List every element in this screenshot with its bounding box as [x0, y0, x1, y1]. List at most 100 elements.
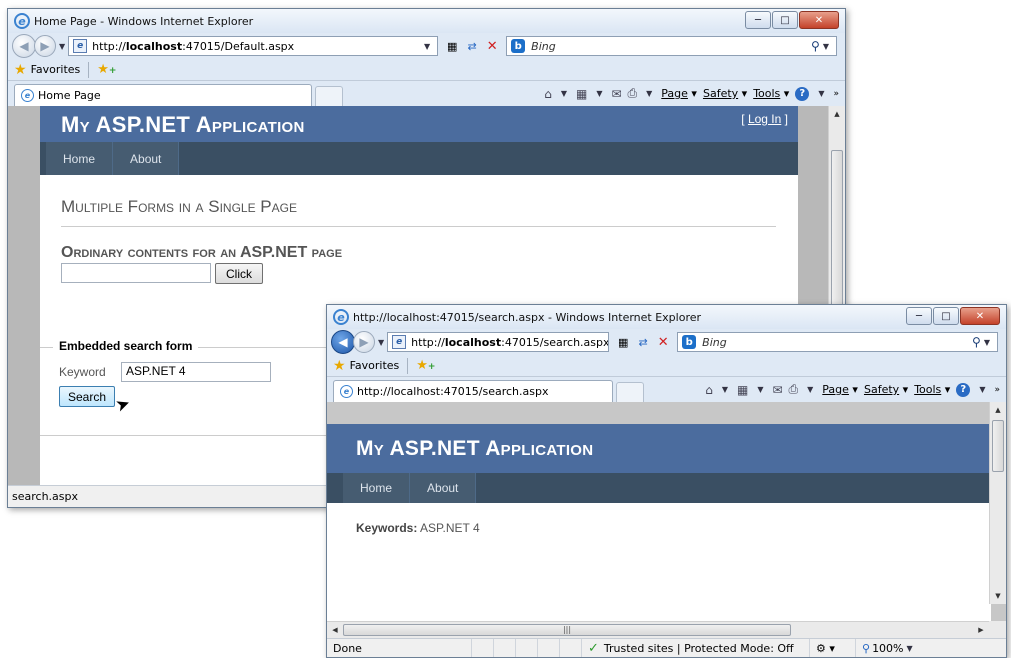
security-zone[interactable]: ✓ Trusted sites | Protected Mode: Off: [582, 639, 810, 657]
help-dropdown-icon[interactable]: ▼: [818, 89, 824, 98]
status-bar: Done ✓ Trusted sites | Protected Mode: O…: [327, 638, 1006, 657]
search-icon[interactable]: ⚲: [811, 39, 820, 53]
scroll-up-icon[interactable]: ▲: [829, 106, 845, 122]
horizontal-scrollbar[interactable]: ◀ ||| ▶: [327, 621, 989, 638]
tab-search-page[interactable]: e http://localhost:47015/search.aspx: [333, 380, 613, 402]
search-button[interactable]: Search: [59, 386, 115, 407]
home-dropdown-icon[interactable]: ▼: [561, 89, 567, 98]
tools-menu[interactable]: Tools ▾: [753, 87, 789, 100]
compatibility-view-icon[interactable]: ▦: [444, 38, 460, 54]
stop-icon[interactable]: ✕: [484, 38, 500, 54]
search-dropdown-icon[interactable]: ▼: [984, 338, 990, 347]
forward-button[interactable]: ▶: [353, 331, 375, 353]
mail-icon[interactable]: ✉: [772, 383, 782, 397]
help-dropdown-icon[interactable]: ▼: [979, 385, 985, 394]
stop-icon[interactable]: ✕: [655, 334, 671, 350]
scroll-up-icon[interactable]: ▲: [990, 402, 1006, 418]
scroll-right-icon[interactable]: ▶: [973, 622, 989, 638]
tools-menu[interactable]: Tools ▾: [914, 383, 950, 396]
print-dropdown-icon[interactable]: ▼: [807, 385, 813, 394]
address-field[interactable]: e http://localhost:47015/Default.aspx ▼: [68, 36, 439, 56]
chevron-right-icon[interactable]: »: [994, 385, 1000, 395]
title-bar[interactable]: e http://localhost:47015/search.aspx - W…: [327, 305, 1006, 329]
menu-about[interactable]: About: [410, 473, 477, 503]
web-content[interactable]: My ASP.NET Application Home About Keywor…: [327, 402, 1006, 621]
search-dropdown-icon[interactable]: ▼: [823, 42, 829, 51]
keyword-label: Keyword: [59, 365, 106, 379]
address-field[interactable]: e http://localhost:47015/search.aspx ▼: [387, 332, 610, 352]
search-box[interactable]: b Bing ⚲ ▼: [506, 36, 837, 56]
refresh-icon[interactable]: ⇄: [635, 334, 651, 350]
help-icon[interactable]: ?: [956, 382, 971, 397]
favorites-button[interactable]: Favorites: [350, 359, 400, 372]
divider: [407, 357, 409, 374]
favorites-button[interactable]: Favorites: [31, 63, 81, 76]
menu-home[interactable]: Home: [343, 473, 411, 503]
minimize-button[interactable]: ─: [745, 11, 771, 29]
home-icon[interactable]: ⌂: [544, 87, 552, 101]
click-button[interactable]: Click: [215, 263, 263, 284]
safety-menu[interactable]: Safety ▾: [864, 383, 908, 396]
page-menu[interactable]: Page ▾: [661, 87, 697, 100]
close-button[interactable]: ✕: [960, 307, 1000, 325]
menu-home[interactable]: Home: [46, 142, 114, 175]
print-icon[interactable]: ⎙: [789, 382, 799, 397]
scroll-left-icon[interactable]: ◀: [327, 622, 343, 638]
forward-button[interactable]: ▶: [34, 35, 56, 57]
divider: [88, 61, 90, 78]
feeds-dropdown-icon[interactable]: ▼: [596, 89, 602, 98]
search-icon[interactable]: ⚲: [972, 335, 981, 349]
favorites-star-icon[interactable]: ★: [14, 62, 27, 78]
keywords-result: Keywords: ASP.NET 4: [356, 521, 991, 535]
print-dropdown-icon[interactable]: ▼: [646, 89, 652, 98]
ordinary-textbox[interactable]: [61, 263, 211, 283]
browser-window-search[interactable]: e http://localhost:47015/search.aspx - W…: [326, 304, 1007, 658]
back-button[interactable]: ◀: [12, 34, 36, 58]
horizontal-scroll-thumb[interactable]: |||: [343, 624, 791, 636]
history-dropdown-icon[interactable]: ▼: [59, 42, 65, 51]
site-header: My ASP.NET Application: [327, 424, 991, 473]
feeds-icon[interactable]: ▦: [737, 383, 748, 397]
mail-icon[interactable]: ✉: [611, 87, 621, 101]
title-bar[interactable]: e Home Page - Windows Internet Explorer …: [8, 9, 845, 33]
maximize-button[interactable]: □: [933, 307, 959, 325]
chevron-right-icon[interactable]: »: [833, 89, 839, 99]
scroll-down-icon[interactable]: ▼: [990, 588, 1006, 604]
menu-about[interactable]: About: [113, 142, 180, 175]
feeds-dropdown-icon[interactable]: ▼: [757, 385, 763, 394]
new-tab-button[interactable]: [315, 86, 343, 106]
safety-menu[interactable]: Safety ▾: [703, 87, 747, 100]
close-button[interactable]: ✕: [799, 11, 839, 29]
new-tab-button[interactable]: [616, 382, 644, 402]
home-icon[interactable]: ⌂: [705, 383, 713, 397]
address-dropdown-icon[interactable]: ▼: [424, 42, 430, 51]
site-title: My ASP.NET Application: [61, 112, 305, 137]
zoom-control[interactable]: ⚲ 100% ▼: [856, 639, 922, 657]
compatibility-view-icon[interactable]: ▦: [615, 334, 631, 350]
tab-home-page[interactable]: e Home Page: [14, 84, 312, 106]
vertical-scrollbar[interactable]: ▲ ▼: [989, 402, 1006, 604]
back-button[interactable]: ◀: [331, 330, 355, 354]
feeds-icon[interactable]: ▦: [576, 87, 587, 101]
keyword-input[interactable]: ASP.NET 4: [121, 362, 271, 382]
site-title: My ASP.NET Application: [356, 437, 594, 460]
page-menu[interactable]: Page ▾: [822, 383, 858, 396]
add-favorite-icon[interactable]: ★: [416, 358, 435, 373]
search-box[interactable]: b Bing ⚲ ▼: [677, 332, 998, 352]
print-icon[interactable]: ⎙: [628, 86, 638, 101]
help-icon[interactable]: ?: [795, 86, 810, 101]
tab-label: Home Page: [38, 89, 101, 102]
favorites-bar: ★ Favorites ★: [8, 59, 845, 81]
protected-mode-icon[interactable]: ⚙ ▾: [810, 639, 856, 657]
history-dropdown-icon[interactable]: ▼: [378, 338, 384, 347]
refresh-icon[interactable]: ⇄: [464, 38, 480, 54]
scroll-thumb[interactable]: [992, 420, 1004, 472]
favorites-star-icon[interactable]: ★: [333, 358, 346, 374]
login-link[interactable]: [ Log In ]: [741, 112, 788, 126]
add-favorite-icon[interactable]: ★: [97, 62, 116, 77]
zoom-dropdown-icon[interactable]: ▼: [907, 644, 913, 653]
zoom-icon: ⚲: [862, 641, 871, 655]
minimize-button[interactable]: ─: [906, 307, 932, 325]
maximize-button[interactable]: □: [772, 11, 798, 29]
home-dropdown-icon[interactable]: ▼: [722, 385, 728, 394]
